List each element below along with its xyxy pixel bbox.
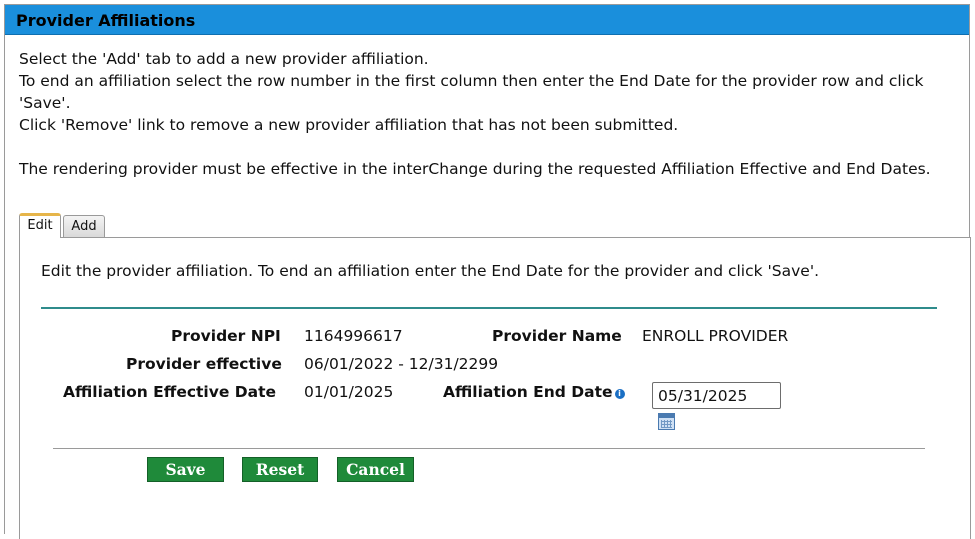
instruction-end: To end an affiliation select the row num… [19, 72, 924, 112]
instruction-add: Select the 'Add' tab to add a new provid… [19, 50, 429, 68]
provider-name-label: Provider Name [492, 327, 622, 345]
provider-effective-value: 06/01/2022 - 12/31/2299 [304, 355, 499, 373]
provider-npi-value: 1164996617 [304, 327, 403, 345]
instruction-remove: Click 'Remove' link to remove a new prov… [19, 116, 679, 134]
provider-name-value: ENROLL PROVIDER [642, 327, 789, 345]
affiliation-end-label: Affiliation End Date i [443, 383, 625, 401]
save-button[interactable]: Save [147, 457, 224, 482]
instructions: Select the 'Add' tab to add a new provid… [19, 48, 964, 180]
button-divider [53, 448, 925, 449]
tab-edit[interactable]: Edit [19, 213, 61, 238]
info-icon[interactable]: i [614, 389, 625, 399]
instruction-rendering: The rendering provider must be effective… [19, 160, 931, 178]
provider-effective-label: Provider effective [126, 355, 282, 373]
cancel-button[interactable]: Cancel [337, 457, 414, 482]
affiliation-effective-value: 01/01/2025 [304, 383, 394, 401]
panel-description: Edit the provider affiliation. To end an… [41, 262, 820, 280]
affiliation-end-label-text: Affiliation End Date [443, 383, 613, 401]
edit-panel: Edit the provider affiliation. To end an… [19, 237, 971, 539]
calendar-icon[interactable] [658, 413, 675, 430]
provider-npi-label: Provider NPI [171, 327, 281, 345]
section-divider [41, 307, 937, 309]
tab-add[interactable]: Add [63, 215, 105, 238]
page-title: Provider Affiliations [16, 11, 196, 30]
affiliation-effective-label: Affiliation Effective Date [63, 383, 276, 401]
title-bar: Provider Affiliations [5, 5, 969, 35]
provider-affiliations-window: Provider Affiliations Select the 'Add' t… [4, 4, 971, 539]
reset-button[interactable]: Reset [242, 457, 318, 482]
affiliation-end-date-input[interactable] [652, 382, 781, 409]
